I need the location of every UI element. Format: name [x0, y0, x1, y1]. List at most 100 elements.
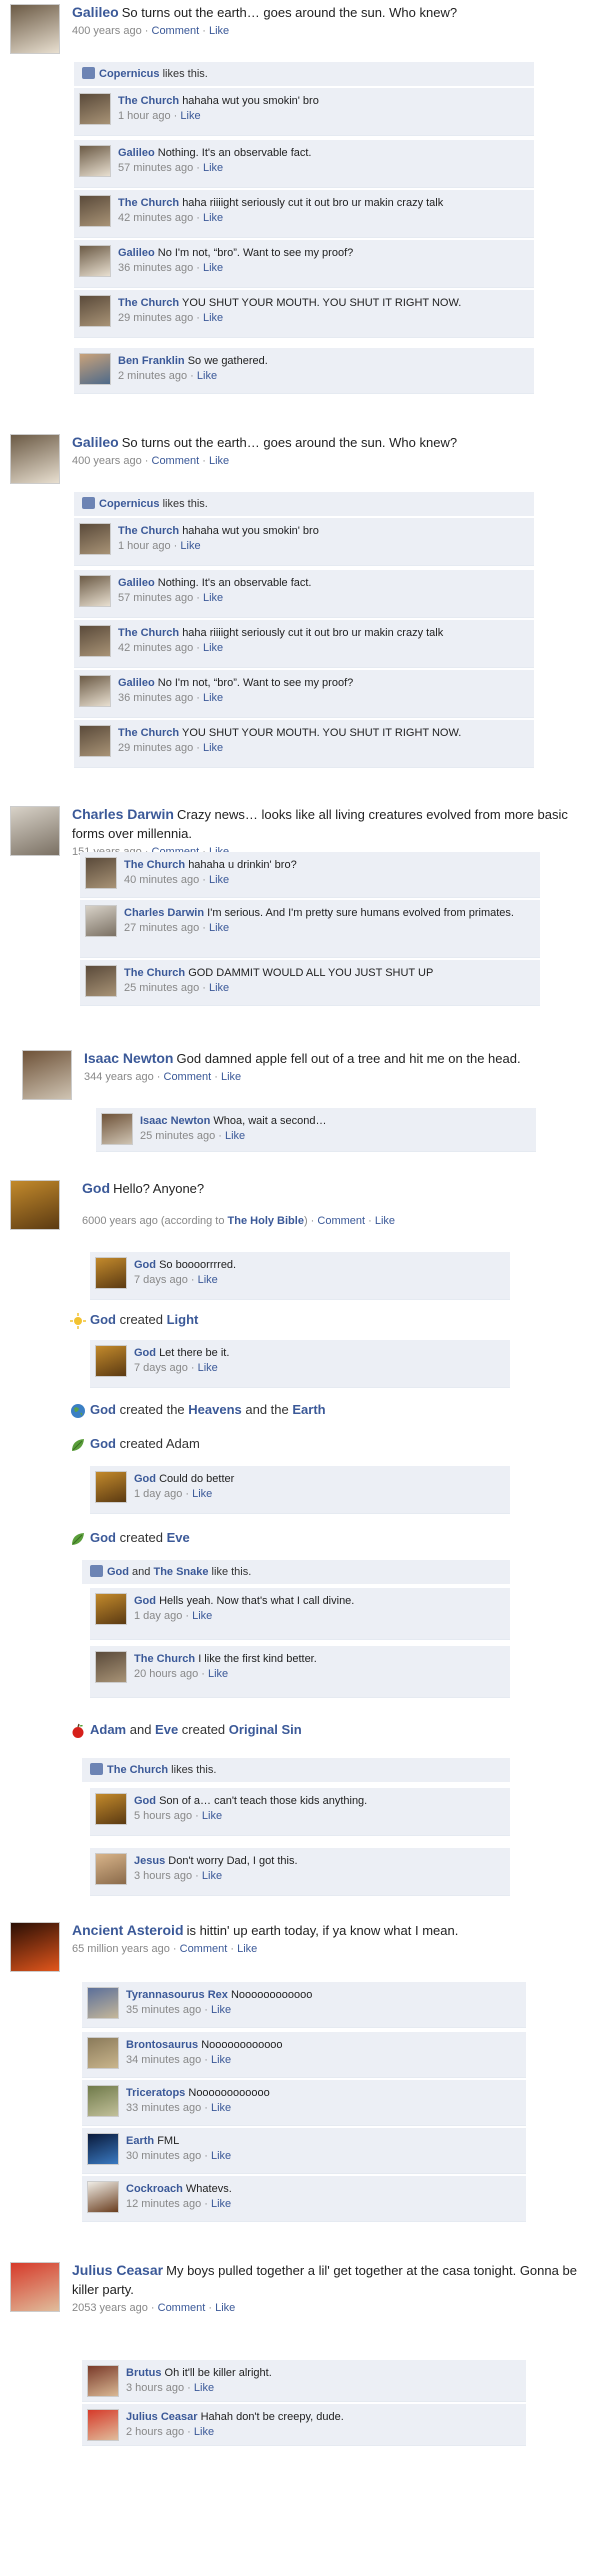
- liker-name[interactable]: God: [107, 1566, 129, 1578]
- like-link[interactable]: Like: [203, 312, 223, 324]
- like-link[interactable]: Like: [211, 2004, 231, 2016]
- author-avatar[interactable]: [10, 4, 60, 54]
- comment-link[interactable]: Comment: [152, 25, 200, 37]
- commenter-avatar[interactable]: [79, 295, 111, 327]
- commenter-avatar[interactable]: [87, 2409, 119, 2441]
- liker-name[interactable]: Copernicus: [99, 68, 160, 80]
- like-link[interactable]: Like: [197, 370, 217, 382]
- like-link[interactable]: Like: [211, 2150, 231, 2162]
- author-avatar[interactable]: [10, 1922, 60, 1972]
- author-avatar[interactable]: [10, 806, 60, 856]
- like-link[interactable]: Like: [211, 2198, 231, 2210]
- like-link[interactable]: Like: [194, 2382, 214, 2394]
- activity-link[interactable]: Adam: [90, 1722, 126, 1737]
- commenter-name[interactable]: Galileo: [118, 147, 155, 159]
- like-link[interactable]: Like: [198, 1362, 218, 1374]
- like-link[interactable]: Like: [202, 1810, 222, 1822]
- commenter-name[interactable]: The Church: [118, 727, 179, 739]
- like-link[interactable]: Like: [209, 874, 229, 886]
- commenter-name[interactable]: Charles Darwin: [124, 907, 204, 919]
- commenter-avatar[interactable]: [79, 195, 111, 227]
- commenter-avatar[interactable]: [87, 2037, 119, 2069]
- commenter-name[interactable]: The Church: [118, 197, 179, 209]
- like-link[interactable]: Like: [203, 742, 223, 754]
- commenter-avatar[interactable]: [87, 2365, 119, 2397]
- commenter-avatar[interactable]: [95, 1471, 127, 1503]
- like-link[interactable]: Like: [208, 1668, 228, 1680]
- bible-link[interactable]: The Holy Bible: [228, 1215, 304, 1227]
- author-avatar[interactable]: [10, 434, 60, 484]
- commenter-name[interactable]: Brutus: [126, 2367, 161, 2379]
- like-link[interactable]: Like: [209, 455, 229, 467]
- like-link[interactable]: Like: [198, 1274, 218, 1286]
- author-name[interactable]: Isaac Newton: [84, 1050, 173, 1066]
- commenter-avatar[interactable]: [79, 575, 111, 607]
- liker-name[interactable]: The Snake: [153, 1566, 208, 1578]
- like-link[interactable]: Like: [203, 592, 223, 604]
- commenter-name[interactable]: God: [134, 1473, 156, 1485]
- commenter-name[interactable]: Ben Franklin: [118, 355, 185, 367]
- commenter-avatar[interactable]: [79, 675, 111, 707]
- commenter-name[interactable]: Galileo: [118, 247, 155, 259]
- commenter-name[interactable]: The Church: [118, 627, 179, 639]
- commenter-avatar[interactable]: [87, 2085, 119, 2117]
- liker-name[interactable]: Copernicus: [99, 498, 160, 510]
- like-link[interactable]: Like: [203, 692, 223, 704]
- like-link[interactable]: Like: [192, 1610, 212, 1622]
- like-link[interactable]: Like: [209, 922, 229, 934]
- like-link[interactable]: Like: [375, 1215, 395, 1227]
- like-link[interactable]: Like: [225, 1130, 245, 1142]
- author-avatar[interactable]: [10, 2262, 60, 2312]
- commenter-avatar[interactable]: [95, 1593, 127, 1625]
- commenter-avatar[interactable]: [87, 2133, 119, 2165]
- activity-link[interactable]: Eve: [167, 1530, 190, 1545]
- like-link[interactable]: Like: [192, 1488, 212, 1500]
- commenter-name[interactable]: Cockroach: [126, 2183, 183, 2195]
- commenter-name[interactable]: The Church: [118, 95, 179, 107]
- commenter-name[interactable]: The Church: [118, 297, 179, 309]
- like-link[interactable]: Like: [237, 1943, 257, 1955]
- like-link[interactable]: Like: [203, 262, 223, 274]
- like-link[interactable]: Like: [203, 162, 223, 174]
- commenter-avatar[interactable]: [79, 145, 111, 177]
- commenter-avatar[interactable]: [101, 1113, 133, 1145]
- like-link[interactable]: Like: [209, 25, 229, 37]
- author-avatar[interactable]: [10, 1180, 60, 1230]
- comment-link[interactable]: Comment: [317, 1215, 365, 1227]
- commenter-name[interactable]: Galileo: [118, 677, 155, 689]
- like-link[interactable]: Like: [211, 2102, 231, 2114]
- commenter-name[interactable]: Triceratops: [126, 2087, 185, 2099]
- comment-link[interactable]: Comment: [152, 455, 200, 467]
- activity-link[interactable]: Original Sin: [229, 1722, 302, 1737]
- liker-name[interactable]: The Church: [107, 1764, 168, 1776]
- commenter-avatar[interactable]: [85, 857, 117, 889]
- commenter-name[interactable]: Julius Ceasar: [126, 2411, 198, 2423]
- commenter-name[interactable]: Tyrannasourus Rex: [126, 1989, 228, 2001]
- like-link[interactable]: Like: [203, 642, 223, 654]
- commenter-avatar[interactable]: [87, 1987, 119, 2019]
- commenter-name[interactable]: The Church: [118, 525, 179, 537]
- commenter-name[interactable]: God: [134, 1795, 156, 1807]
- author-name[interactable]: Galileo: [72, 434, 119, 450]
- commenter-avatar[interactable]: [79, 245, 111, 277]
- commenter-name[interactable]: The Church: [124, 859, 185, 871]
- like-link[interactable]: Like: [215, 2302, 235, 2314]
- commenter-avatar[interactable]: [95, 1651, 127, 1683]
- commenter-name[interactable]: The Church: [124, 967, 185, 979]
- author-name[interactable]: Charles Darwin: [72, 806, 174, 822]
- comment-link[interactable]: Comment: [158, 2302, 206, 2314]
- commenter-avatar[interactable]: [85, 965, 117, 997]
- activity-link[interactable]: God: [90, 1312, 116, 1327]
- commenter-avatar[interactable]: [79, 353, 111, 385]
- commenter-avatar[interactable]: [79, 523, 111, 555]
- commenter-name[interactable]: The Church: [134, 1653, 195, 1665]
- comment-link[interactable]: Comment: [164, 1071, 212, 1083]
- author-avatar[interactable]: [22, 1050, 72, 1100]
- activity-link[interactable]: Earth: [292, 1402, 325, 1417]
- like-link[interactable]: Like: [211, 2054, 231, 2066]
- author-name[interactable]: Julius Ceasar: [72, 2262, 163, 2278]
- like-link[interactable]: Like: [194, 2426, 214, 2438]
- commenter-avatar[interactable]: [87, 2181, 119, 2213]
- commenter-avatar[interactable]: [95, 1345, 127, 1377]
- commenter-name[interactable]: Brontosaurus: [126, 2039, 198, 2051]
